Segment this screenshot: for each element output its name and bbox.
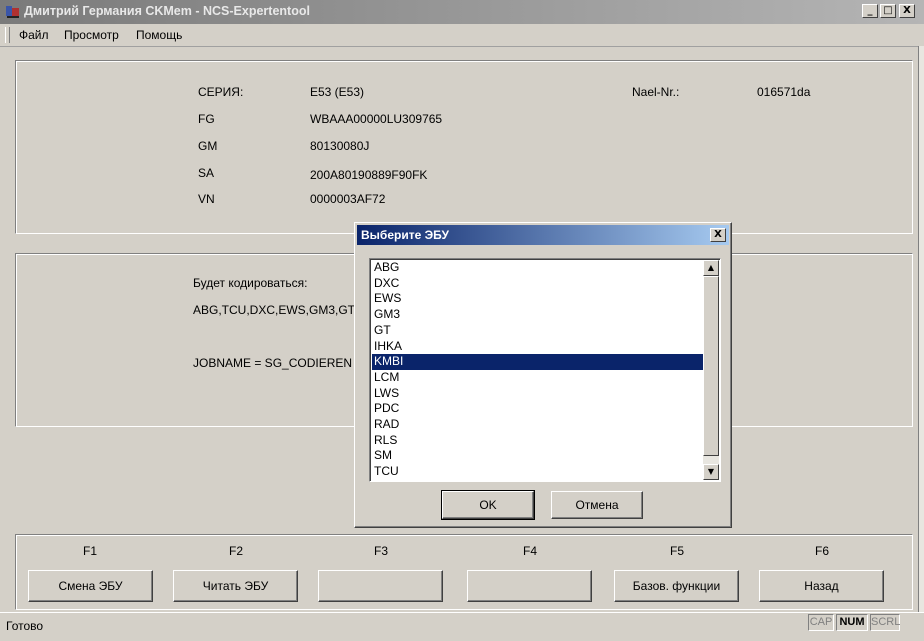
- listbox-scrollbar[interactable]: ▲ ▼: [703, 260, 719, 480]
- ecu-list-item[interactable]: TCU: [372, 464, 704, 480]
- fg-value: WBAAA00000LU309765: [310, 112, 443, 126]
- menu-view[interactable]: Просмотр: [64, 28, 119, 42]
- change-ecu-button[interactable]: Смена ЭБУ: [28, 570, 153, 602]
- dialog-title-bar: Выберите ЭБУ X: [357, 225, 729, 245]
- close-button[interactable]: X: [899, 4, 915, 18]
- f2-label: F2: [228, 544, 243, 558]
- f1-label: F1: [82, 544, 97, 558]
- gm-value: 80130080J: [310, 139, 370, 153]
- scrl-indicator: SCRL: [870, 614, 900, 631]
- scroll-up-arrow-icon[interactable]: ▲: [703, 260, 719, 276]
- menu-bar: Файл Просмотр Помощь: [0, 24, 924, 47]
- num-indicator: NUM: [836, 614, 868, 631]
- minimize-button[interactable]: _: [862, 4, 878, 18]
- fg-label: FG: [198, 112, 215, 126]
- status-text: Готово: [6, 619, 44, 633]
- ecu-list-item[interactable]: DXC: [372, 276, 704, 292]
- f6-label: F6: [814, 544, 829, 558]
- ecu-list-item[interactable]: PDC: [372, 401, 704, 417]
- window-title: Дмитрий Германия CKMem - NCS-Expertentoo…: [24, 4, 310, 18]
- f3-button[interactable]: [318, 570, 443, 602]
- cap-indicator: CAP: [808, 614, 834, 631]
- vn-label: VN: [198, 192, 215, 206]
- gm-label: GM: [198, 139, 218, 153]
- vehicle-info-panel: СЕРИЯ: E53 (E53) Nael-Nr.: 016571da FG W…: [15, 60, 913, 234]
- menu-help[interactable]: Помощь: [136, 28, 182, 42]
- nael-label: Nael-Nr.:: [632, 85, 680, 99]
- scroll-down-arrow-icon[interactable]: ▼: [703, 464, 719, 480]
- ecu-list-item[interactable]: GM3: [372, 307, 704, 323]
- ecu-list-item[interactable]: LCM: [372, 370, 704, 386]
- title-bar: Дмитрий Германия CKMem - NCS-Expertentoo…: [0, 0, 924, 24]
- ecu-listbox[interactable]: ABG DXC EWS GM3 GT IHKA KMBI LCM LWS PDC RAD RLS SM T…: [369, 258, 721, 482]
- sa-label: SA: [198, 166, 215, 180]
- back-button[interactable]: Назад: [759, 570, 884, 602]
- coding-heading: Будет кодироваться:: [193, 276, 308, 290]
- jobname: JOBNAME = SG_CODIEREN: [193, 356, 353, 370]
- vn-value: 0000003AF72: [310, 192, 386, 206]
- status-bar: Готово: [0, 612, 924, 641]
- scrollbar-thumb[interactable]: [703, 276, 719, 456]
- select-ecu-dialog: Выберите ЭБУ X ABG DXC EWS GM3 GT IHKA KMBI LCM…: [354, 222, 732, 528]
- ecu-list-item[interactable]: IHKA: [372, 339, 704, 355]
- series-label: СЕРИЯ:: [198, 85, 244, 99]
- series-value: E53 (E53): [310, 85, 365, 99]
- f3-label: F3: [373, 544, 388, 558]
- right-edge: [918, 46, 924, 612]
- ecu-list-item[interactable]: KMBI: [372, 354, 704, 370]
- dialog-title: Выберите ЭБУ: [361, 228, 449, 242]
- read-ecu-button[interactable]: Читать ЭБУ: [173, 570, 298, 602]
- ecu-list-item[interactable]: LWS: [372, 386, 704, 402]
- basic-functions-button[interactable]: Базов. функции: [614, 570, 739, 602]
- menu-file[interactable]: Файл: [19, 28, 49, 42]
- coding-list: ABG,TCU,DXC,EWS,GM3,GT,IH: [193, 303, 370, 317]
- f4-label: F4: [522, 544, 537, 558]
- cancel-button[interactable]: Отмена: [551, 491, 643, 519]
- dialog-close-button[interactable]: X: [710, 228, 726, 242]
- ecu-list-item[interactable]: RLS: [372, 433, 704, 449]
- app-icon: [6, 6, 19, 18]
- nael-value: 016571da: [757, 85, 811, 99]
- f5-label: F5: [669, 544, 684, 558]
- maximize-button[interactable]: □: [880, 4, 896, 18]
- ok-button[interactable]: OK: [441, 490, 535, 520]
- sa-value: 200A80190889F90FK: [310, 168, 428, 182]
- ecu-list-item[interactable]: ABG: [372, 260, 704, 276]
- ecu-list-item[interactable]: SM: [372, 448, 704, 464]
- menu-grip: [5, 27, 10, 43]
- ecu-list-item[interactable]: RAD: [372, 417, 704, 433]
- ecu-list-item[interactable]: EWS: [372, 291, 704, 307]
- ecu-list-item[interactable]: GT: [372, 323, 704, 339]
- f4-button[interactable]: [467, 570, 592, 602]
